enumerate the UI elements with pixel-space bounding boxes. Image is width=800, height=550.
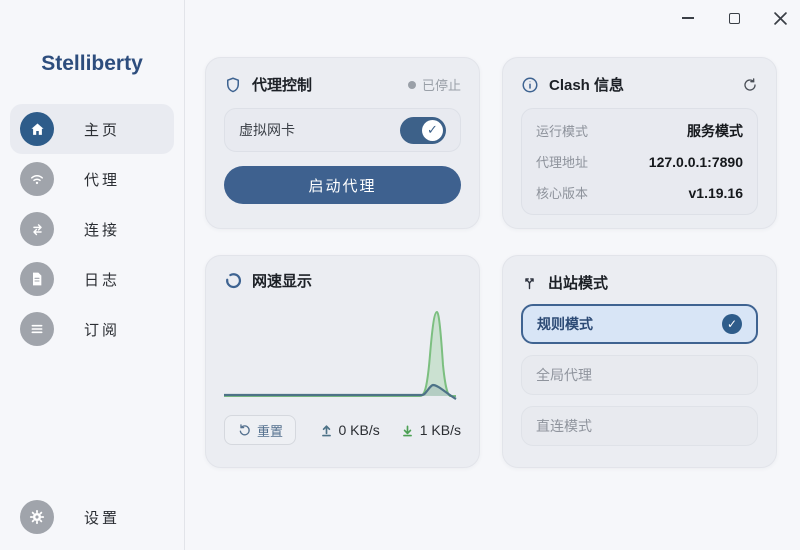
outbound-mode-card: 出站模式 规则模式 ✓ 全局代理 直连模式 — [502, 255, 777, 468]
info-value: v1.19.16 — [689, 185, 744, 201]
clash-info-box: 运行模式 服务模式 代理地址 127.0.0.1:7890 核心版本 v1.19… — [521, 108, 758, 215]
option-label: 直连模式 — [536, 416, 592, 436]
tun-row: 虚拟网卡 ✓ — [224, 108, 461, 152]
list-icon — [20, 312, 54, 346]
split-icon — [521, 274, 538, 291]
info-icon — [521, 76, 539, 94]
home-icon — [20, 112, 54, 146]
outbound-option-direct[interactable]: 直连模式 — [521, 406, 758, 446]
outbound-option-rule[interactable]: 规则模式 ✓ — [521, 304, 758, 344]
tun-label: 虚拟网卡 — [239, 120, 295, 140]
download-icon — [400, 423, 415, 438]
swap-arrows-icon — [20, 212, 54, 246]
info-value: 服务模式 — [687, 121, 743, 141]
maximize-button[interactable] — [726, 10, 742, 26]
clash-info-card: Clash 信息 运行模式 服务模式 代理地址 127.0.0.1:7890 核… — [502, 57, 777, 229]
sidebar: Stelliberty 主页 代理 连接 日志 — [0, 0, 185, 550]
maximize-icon — [729, 13, 740, 24]
sidebar-item-label: 代理 — [84, 169, 120, 190]
card-title: 网速显示 — [252, 270, 312, 291]
info-row: 运行模式 服务模式 — [536, 115, 743, 146]
refresh-icon — [742, 77, 758, 93]
window-controls — [680, 10, 788, 26]
info-row: 核心版本 v1.19.16 — [536, 177, 743, 208]
sidebar-item-logs[interactable]: 日志 — [0, 254, 184, 304]
card-title: Clash 信息 — [549, 74, 624, 95]
sidebar-item-home[interactable]: 主页 — [10, 104, 174, 154]
refresh-button[interactable] — [742, 77, 758, 93]
sidebar-nav: 主页 代理 连接 日志 订阅 — [0, 104, 184, 354]
reset-button[interactable]: 重置 — [224, 415, 296, 445]
download-area — [224, 312, 456, 396]
close-button[interactable] — [772, 10, 788, 26]
info-label: 运行模式 — [536, 121, 588, 140]
shield-icon — [224, 76, 242, 94]
sidebar-item-subscriptions[interactable]: 订阅 — [0, 304, 184, 354]
info-row: 代理地址 127.0.0.1:7890 — [536, 146, 743, 177]
proxy-control-card: 代理控制 已停止 虚拟网卡 ✓ 启动代理 — [205, 57, 480, 229]
sidebar-item-label: 连接 — [84, 219, 120, 240]
info-value: 127.0.0.1:7890 — [649, 154, 743, 170]
upload-icon — [319, 423, 334, 438]
info-label: 核心版本 — [536, 183, 588, 202]
gear-icon — [20, 500, 54, 534]
app-title: Stelliberty — [0, 52, 184, 76]
sidebar-item-proxy[interactable]: 代理 — [0, 154, 184, 204]
reset-icon — [237, 423, 251, 437]
download-speed: 1 KB/s — [400, 422, 461, 438]
status-text: 已停止 — [422, 75, 461, 94]
outbound-option-global[interactable]: 全局代理 — [521, 355, 758, 395]
sidebar-item-connections[interactable]: 连接 — [0, 204, 184, 254]
sidebar-item-label: 日志 — [84, 269, 120, 290]
option-label: 规则模式 — [537, 314, 593, 334]
card-title: 出站模式 — [548, 272, 608, 293]
download-line — [224, 312, 456, 396]
minimize-icon — [682, 17, 694, 19]
activity-ring-icon — [224, 272, 242, 290]
sidebar-item-label: 设置 — [84, 507, 120, 528]
upload-speed: 0 KB/s — [319, 422, 380, 438]
close-icon — [774, 12, 787, 25]
status-dot-icon — [408, 81, 416, 89]
speed-chart — [224, 295, 461, 407]
minimize-button[interactable] — [680, 10, 696, 26]
sidebar-item-label: 主页 — [84, 119, 120, 140]
card-title: 代理控制 — [252, 74, 312, 95]
tun-toggle[interactable]: ✓ — [400, 117, 446, 144]
upload-value: 0 KB/s — [339, 422, 380, 438]
check-circle-icon: ✓ — [722, 314, 742, 334]
reset-label: 重置 — [257, 421, 283, 440]
network-speed-card: 网速显示 重置 0 KB/s 1 KB/s — [205, 255, 480, 468]
info-label: 代理地址 — [536, 152, 588, 171]
option-label: 全局代理 — [536, 365, 592, 385]
toggle-check-icon: ✓ — [422, 120, 443, 141]
wifi-icon — [20, 162, 54, 196]
status-badge: 已停止 — [408, 75, 461, 94]
document-icon — [20, 262, 54, 296]
sidebar-item-settings[interactable]: 设置 — [0, 492, 184, 542]
sidebar-item-label: 订阅 — [84, 319, 120, 340]
download-value: 1 KB/s — [420, 422, 461, 438]
start-proxy-button[interactable]: 启动代理 — [224, 166, 461, 204]
